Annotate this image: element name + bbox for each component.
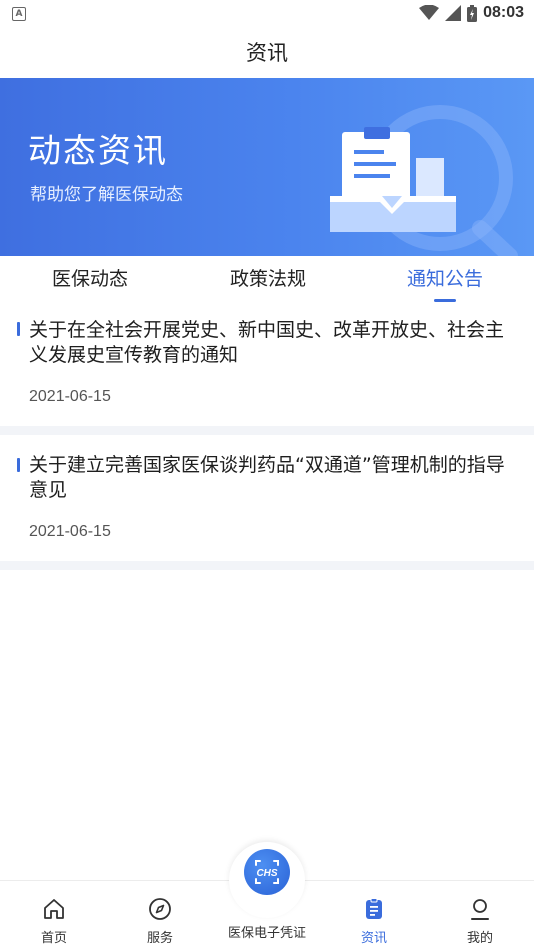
chs-icon: CHS — [255, 860, 279, 884]
document-search-illustration — [330, 105, 518, 256]
nav-profile[interactable]: 我的 — [435, 881, 525, 951]
nav-label: 资讯 — [360, 931, 387, 946]
clipboard-icon — [366, 898, 382, 919]
page-header: 资讯 — [0, 28, 534, 78]
home-icon — [44, 899, 64, 919]
banner-subtitle: 帮助您了解医保动态 — [30, 185, 183, 205]
banner-title: 动态资讯 — [28, 131, 168, 170]
compass-icon — [149, 898, 171, 920]
status-time: 08:03 — [483, 4, 524, 21]
divider — [0, 426, 534, 435]
news-date: 2021-06-15 — [29, 388, 111, 405]
nav-services[interactable]: 服务 — [115, 881, 205, 951]
category-tabs: 医保动态 政策法规 通知公告 — [0, 256, 534, 304]
page-title: 资讯 — [246, 41, 288, 65]
chs-text: CHS — [256, 868, 277, 879]
tab-policy-regulations[interactable]: 政策法规 — [218, 256, 318, 304]
evoucher-button[interactable]: CHS — [244, 849, 290, 895]
battery-icon — [467, 4, 478, 22]
news-title: 关于建立完善国家医保谈判药品“双通道”管理机制的指导意见 — [29, 454, 505, 501]
news-banner: 动态资讯 帮助您了解医保动态 — [0, 78, 534, 256]
tab-notices[interactable]: 通知公告 — [395, 256, 495, 304]
news-date: 2021-06-15 — [29, 523, 111, 540]
signal-icon — [445, 5, 462, 21]
nav-label: 我的 — [466, 931, 493, 946]
news-title: 关于在全社会开展党史、新中国史、改革开放史、社会主义发展史宣传教育的通知 — [29, 319, 505, 366]
nav-label: 服务 — [146, 931, 173, 946]
news-marker — [17, 458, 20, 472]
nav-news[interactable]: 资讯 — [329, 881, 419, 951]
status-right: 08:03 — [419, 4, 524, 22]
nav-label: 首页 — [40, 931, 67, 946]
news-item[interactable]: 关于建立完善国家医保谈判药品“双通道”管理机制的指导意见 2021-06-15 — [0, 435, 534, 561]
news-item[interactable]: 关于在全社会开展党史、新中国史、改革开放史、社会主义发展史宣传教育的通知 202… — [0, 304, 534, 426]
notification-a-icon: A — [12, 7, 26, 21]
wifi-icon — [419, 5, 440, 20]
user-icon — [471, 899, 489, 920]
status-bar: A 08:03 — [0, 0, 534, 28]
divider — [0, 561, 534, 570]
nav-label: 医保电子凭证 — [227, 926, 306, 941]
nav-home[interactable]: 首页 — [9, 881, 99, 951]
news-marker — [17, 322, 20, 336]
tab-medical-insurance-news[interactable]: 医保动态 — [40, 256, 140, 304]
active-tab-indicator — [434, 299, 456, 302]
